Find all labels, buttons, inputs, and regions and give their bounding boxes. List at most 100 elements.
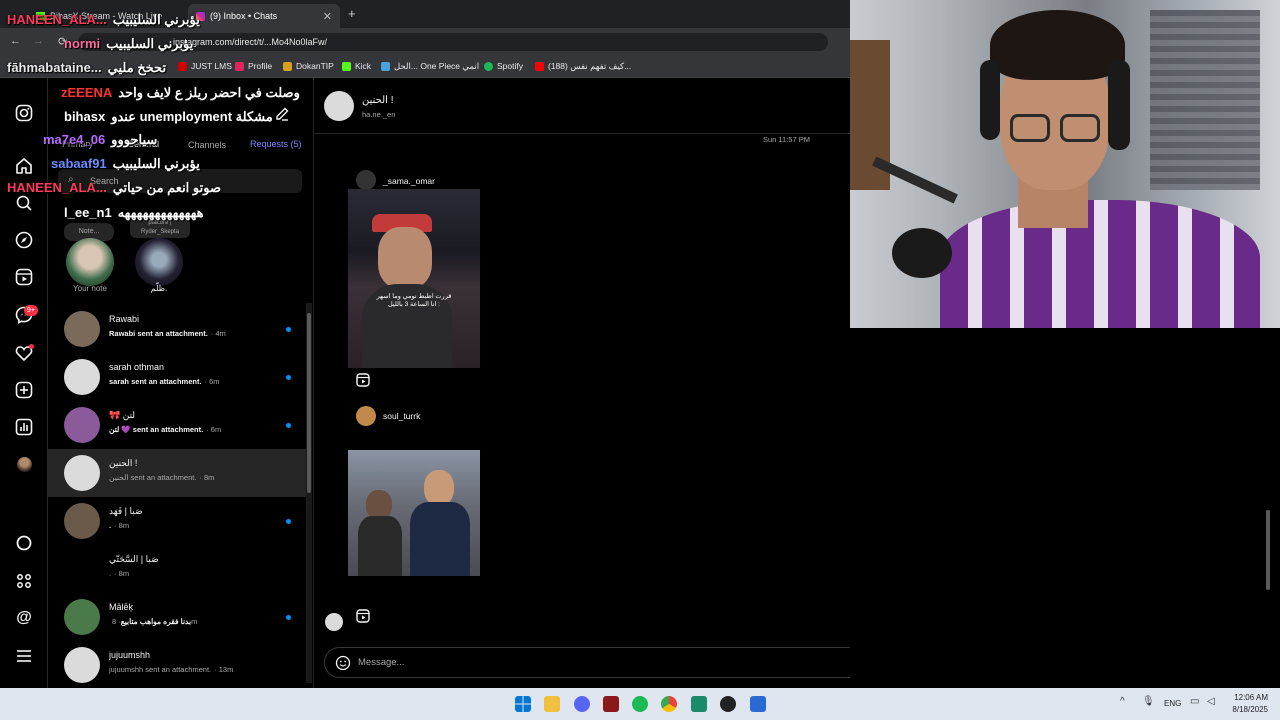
- chat-message-text: سياحووو: [111, 132, 158, 147]
- windows-start-icon[interactable]: [515, 696, 531, 712]
- profile-avatar-icon[interactable]: [17, 457, 32, 472]
- clock-time[interactable]: 12:06 AM: [1232, 693, 1268, 702]
- create-icon[interactable]: [15, 381, 33, 399]
- preview-time: · 4m: [210, 329, 226, 338]
- preview-time: · 13m: [214, 665, 234, 674]
- tab-title: (9) Inbox • Chats: [210, 11, 278, 21]
- chat-username: ma7e4_06: [43, 132, 106, 147]
- unread-dot: [286, 375, 291, 380]
- bookmark-item[interactable]: Spotify: [484, 61, 523, 71]
- chat-message-text: وصلت في احضر ريلز ع لايف واحد: [118, 85, 300, 100]
- chat-header-name[interactable]: الحنين !: [362, 95, 394, 106]
- thread-row[interactable]: صَبا | فَهَد. · 8m: [48, 497, 306, 545]
- thumbnail-figure: [410, 502, 470, 576]
- explore-icon[interactable]: [15, 231, 33, 249]
- thread-avatar: [64, 551, 100, 587]
- thread-preview: . · 8m: [109, 521, 129, 530]
- reels-icon[interactable]: [15, 268, 33, 286]
- thread-row[interactable]: 🎀 لتن لتن 💜 sent an attachment. · 6m: [48, 401, 306, 449]
- thread-row[interactable]: jujuumshh jujuumshh sent an attachment. · …: [48, 641, 306, 689]
- reels-icon[interactable]: [356, 609, 370, 623]
- language-indicator[interactable]: ENG: [1164, 699, 1181, 708]
- chat-panel: الحنين ! ha.ne._en Sun 11:57 PM _sama._o…: [314, 78, 850, 688]
- chat-scrollbar-thumb[interactable]: [1266, 510, 1270, 590]
- post-author-avatar: [356, 170, 376, 190]
- thread-row[interactable]: صَبا | السَّحَتّي . · 8m: [48, 545, 306, 593]
- bookmark-item[interactable]: JUST LMS: [178, 61, 232, 71]
- thread-row[interactable]: sarah othman sarah sent an attachment. · 6…: [48, 353, 306, 401]
- compose-icon[interactable]: [274, 106, 290, 122]
- bookmark-item[interactable]: Kick: [342, 61, 371, 71]
- notification-dot: [29, 344, 34, 349]
- thumbnail-figure: [378, 227, 432, 289]
- app-icon[interactable]: [750, 696, 766, 712]
- shared-reel-thumbnail[interactable]: قررت اظبط نومي وما اسهر انا الساعة 3 بال…: [348, 189, 480, 368]
- tab-inbox[interactable]: (9) Inbox • Chats ✕: [188, 4, 340, 28]
- dashboard-icon[interactable]: [15, 418, 33, 436]
- reel-caption: قررت اظبط نومي وما اسهر انا الساعة 3 بال…: [376, 293, 452, 308]
- emoji-icon[interactable]: [335, 655, 351, 671]
- friend-note-avatar[interactable]: [135, 238, 183, 286]
- home-icon[interactable]: [15, 157, 33, 175]
- preview-time: · 6m: [206, 425, 222, 434]
- back-icon[interactable]: ←: [10, 35, 21, 47]
- thread-name: صَبا | السَّحَتّي: [109, 554, 159, 564]
- app-icon[interactable]: [691, 696, 707, 712]
- scrollbar-thumb[interactable]: [307, 313, 311, 493]
- chat-message-text: عندو unemployment مشكلة: [111, 109, 273, 124]
- tab-requests[interactable]: Requests (5): [250, 139, 302, 149]
- thread-row[interactable]: Rawabi Rawabi sent an attachment. · 4m: [48, 305, 306, 353]
- file-explorer-icon[interactable]: [544, 696, 560, 712]
- headphone-right: [1108, 60, 1130, 150]
- shared-reel-thumbnail[interactable]: [348, 450, 480, 576]
- your-note-avatar[interactable]: [66, 238, 114, 286]
- discord-icon[interactable]: [574, 696, 590, 712]
- app-icon[interactable]: [603, 696, 619, 712]
- thread-preview: . · 8m: [109, 569, 129, 578]
- stream-chat-message: l_ee_n1 هههههههههههههه: [64, 204, 203, 222]
- clock-date[interactable]: 8/18/2025: [1226, 705, 1268, 714]
- thread-preview: الحنين sent an attachment. · 8m: [109, 473, 214, 482]
- thread-avatar: [64, 599, 100, 635]
- tray-chevron-icon[interactable]: ^: [1120, 696, 1125, 707]
- thread-name: sarah othman: [109, 362, 165, 372]
- post-author[interactable]: soul_turrk: [383, 411, 420, 421]
- post-author[interactable]: _sama._omar: [383, 176, 435, 186]
- chat-header-avatar[interactable]: [324, 91, 354, 121]
- thread-row[interactable]: الحنين ! الحنين sent an attachment. · 8m: [48, 449, 306, 497]
- preview-text: الحنين sent an attachment.: [109, 473, 197, 482]
- post-author-avatar: [356, 406, 376, 426]
- scrollbar-track[interactable]: [306, 303, 312, 683]
- tab-channels[interactable]: Channels: [188, 140, 226, 150]
- thread-name: 🎀 لتن: [109, 410, 136, 420]
- thumbnail-figure: [424, 470, 454, 506]
- app-icon[interactable]: [720, 696, 736, 712]
- mic-tray-icon[interactable]: 🎙: [1142, 696, 1155, 707]
- thread-row[interactable]: Mālēķ بدنا فقره مواهب متابيع· 8m: [48, 593, 306, 641]
- stream-chat-message: HANEEN_ALA... صوتو انعم من حياتي: [7, 179, 221, 197]
- instagram-icon[interactable]: [15, 104, 33, 122]
- volume-icon[interactable]: ◁: [1207, 696, 1215, 707]
- forward-icon[interactable]: →: [33, 35, 44, 47]
- network-icon[interactable]: ▭: [1190, 696, 1199, 707]
- preview-time: · 6m: [204, 377, 220, 386]
- new-tab-icon[interactable]: +: [348, 6, 356, 21]
- thread-preview: sarah sent an attachment. · 6m: [109, 377, 220, 386]
- chat-header-username: ha.ne._en: [362, 110, 396, 119]
- thread-preview: بدنا فقره مواهب متابيع· 8m: [109, 617, 197, 626]
- spotify-icon[interactable]: [632, 696, 648, 712]
- close-tab-icon[interactable]: ✕: [323, 10, 332, 23]
- threads-icon[interactable]: @: [15, 609, 33, 627]
- stream-chat-message: sabaaf91 يؤبرني السليبيب: [51, 155, 200, 173]
- chat-message-text: يؤبرني السليبيب: [106, 36, 194, 51]
- bookmark-item[interactable]: DokanTIP: [283, 61, 334, 71]
- unread-dot: [286, 327, 291, 332]
- chrome-icon[interactable]: [661, 696, 677, 712]
- bookmark-item[interactable]: (188) كيف تفهم نفس...: [535, 61, 631, 72]
- bookmark-item[interactable]: الحل... One Piece انمي: [381, 61, 479, 72]
- bookmark-item[interactable]: Profile: [235, 61, 272, 71]
- apps-icon[interactable]: [15, 572, 33, 590]
- menu-icon[interactable]: [15, 647, 33, 665]
- threads-circle-icon[interactable]: [15, 534, 33, 552]
- chat-message-text: هههههههههههههه: [117, 205, 204, 220]
